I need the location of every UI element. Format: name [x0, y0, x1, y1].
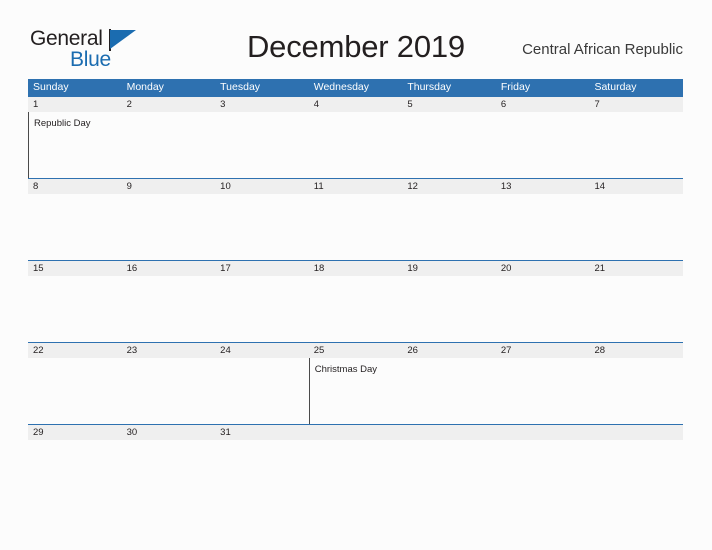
day-cell: [402, 440, 496, 456]
day-cell[interactable]: [309, 276, 403, 342]
weekday-header-thursday: Thursday: [407, 81, 452, 93]
day-cell[interactable]: [496, 358, 590, 424]
date-cell[interactable]: 11: [309, 179, 403, 194]
weekday-header-tuesday: Tuesday: [220, 81, 261, 93]
weekday-header-monday: Monday: [126, 81, 164, 93]
weekday-header-row: Sunday Monday Tuesday Wednesday Thursday…: [28, 79, 683, 96]
date-cell[interactable]: 10: [215, 179, 309, 194]
weekday-header-friday: Friday: [500, 81, 531, 93]
date-cell[interactable]: 22: [28, 343, 122, 358]
date-cell[interactable]: 7: [589, 97, 683, 112]
event-label: Christmas Day: [314, 364, 378, 375]
day-cell[interactable]: [402, 194, 496, 260]
day-cell[interactable]: [215, 276, 309, 342]
calendar-page: General Blue December 2019 Central Afric…: [0, 0, 712, 550]
day-cell[interactable]: [309, 112, 403, 178]
week-dates-band: 29 30 31: [28, 424, 683, 440]
day-cell: [496, 440, 590, 456]
date-cell[interactable]: 24: [215, 343, 309, 358]
day-cell[interactable]: [496, 112, 590, 178]
date-cell[interactable]: 17: [215, 261, 309, 276]
date-cell[interactable]: 25: [309, 343, 403, 358]
date-cell-empty: [402, 425, 496, 440]
region-label: Central African Republic: [522, 41, 683, 58]
date-cell[interactable]: 8: [28, 179, 122, 194]
week-dates-band: 15 16 17 18 19 20 21: [28, 260, 683, 276]
day-cell[interactable]: [589, 112, 683, 178]
event-label: Republic Day: [34, 118, 91, 129]
day-cell[interactable]: [215, 440, 309, 456]
week-dates-band: 1 2 3 4 5 6 7: [28, 96, 683, 112]
day-cell[interactable]: [496, 194, 590, 260]
day-cell[interactable]: [28, 194, 122, 260]
day-cell[interactable]: [122, 358, 216, 424]
date-cell[interactable]: 28: [589, 343, 683, 358]
week-dates-band: 22 23 24 25 26 27 28: [28, 342, 683, 358]
date-cell[interactable]: 14: [589, 179, 683, 194]
week-row: 29 30 31: [28, 424, 683, 456]
date-cell[interactable]: 2: [122, 97, 216, 112]
date-cell[interactable]: 21: [589, 261, 683, 276]
date-cell-empty: [309, 425, 403, 440]
page-header: General Blue December 2019 Central Afric…: [0, 0, 712, 78]
date-cell[interactable]: 4: [309, 97, 403, 112]
weekday-header-sunday: Sunday: [33, 81, 69, 93]
day-cell[interactable]: [589, 276, 683, 342]
weekday-header-wednesday: Wednesday: [313, 81, 369, 93]
day-cell[interactable]: Republic Day: [28, 112, 122, 178]
week-events-band: [28, 194, 683, 260]
date-cell[interactable]: 9: [122, 179, 216, 194]
date-cell[interactable]: 13: [496, 179, 590, 194]
week-events-band: Republic Day: [28, 112, 683, 178]
date-cell[interactable]: 15: [28, 261, 122, 276]
date-cell[interactable]: 30: [122, 425, 216, 440]
day-cell[interactable]: [122, 112, 216, 178]
date-cell[interactable]: 18: [309, 261, 403, 276]
day-cell[interactable]: [215, 112, 309, 178]
date-cell[interactable]: 26: [402, 343, 496, 358]
date-cell[interactable]: 5: [402, 97, 496, 112]
date-cell[interactable]: 16: [122, 261, 216, 276]
day-cell[interactable]: [589, 358, 683, 424]
date-cell-empty: [589, 425, 683, 440]
day-cell[interactable]: [589, 194, 683, 260]
date-cell[interactable]: 19: [402, 261, 496, 276]
day-cell[interactable]: [309, 194, 403, 260]
date-cell[interactable]: 1: [28, 97, 122, 112]
week-row: 1 2 3 4 5 6 7 Republic Day: [28, 96, 683, 178]
day-cell[interactable]: [215, 358, 309, 424]
day-cell[interactable]: [122, 440, 216, 456]
date-cell[interactable]: 27: [496, 343, 590, 358]
weekday-header-saturday: Saturday: [594, 81, 637, 93]
day-cell[interactable]: [215, 194, 309, 260]
date-cell[interactable]: 31: [215, 425, 309, 440]
week-row: 8 9 10 11 12 13 14: [28, 178, 683, 260]
day-cell[interactable]: [402, 276, 496, 342]
day-cell[interactable]: [402, 112, 496, 178]
day-cell[interactable]: [28, 440, 122, 456]
week-events-band: Christmas Day: [28, 358, 683, 424]
week-events-band: [28, 276, 683, 342]
day-cell[interactable]: [122, 276, 216, 342]
week-row: 15 16 17 18 19 20 21: [28, 260, 683, 342]
day-cell[interactable]: [402, 358, 496, 424]
date-cell[interactable]: 23: [122, 343, 216, 358]
date-cell[interactable]: 29: [28, 425, 122, 440]
week-row: 22 23 24 25 26 27 28 Christmas Day: [28, 342, 683, 424]
date-cell[interactable]: 20: [496, 261, 590, 276]
day-cell[interactable]: Christmas Day: [308, 358, 403, 424]
week-events-band: [28, 440, 683, 456]
date-cell[interactable]: 6: [496, 97, 590, 112]
week-dates-band: 8 9 10 11 12 13 14: [28, 178, 683, 194]
date-cell[interactable]: 12: [402, 179, 496, 194]
day-cell[interactable]: [496, 276, 590, 342]
date-cell-empty: [496, 425, 590, 440]
day-cell: [589, 440, 683, 456]
day-cell[interactable]: [122, 194, 216, 260]
day-cell[interactable]: [28, 358, 122, 424]
day-cell: [309, 440, 403, 456]
day-cell[interactable]: [28, 276, 122, 342]
date-cell[interactable]: 3: [215, 97, 309, 112]
calendar-table: Sunday Monday Tuesday Wednesday Thursday…: [28, 79, 683, 456]
